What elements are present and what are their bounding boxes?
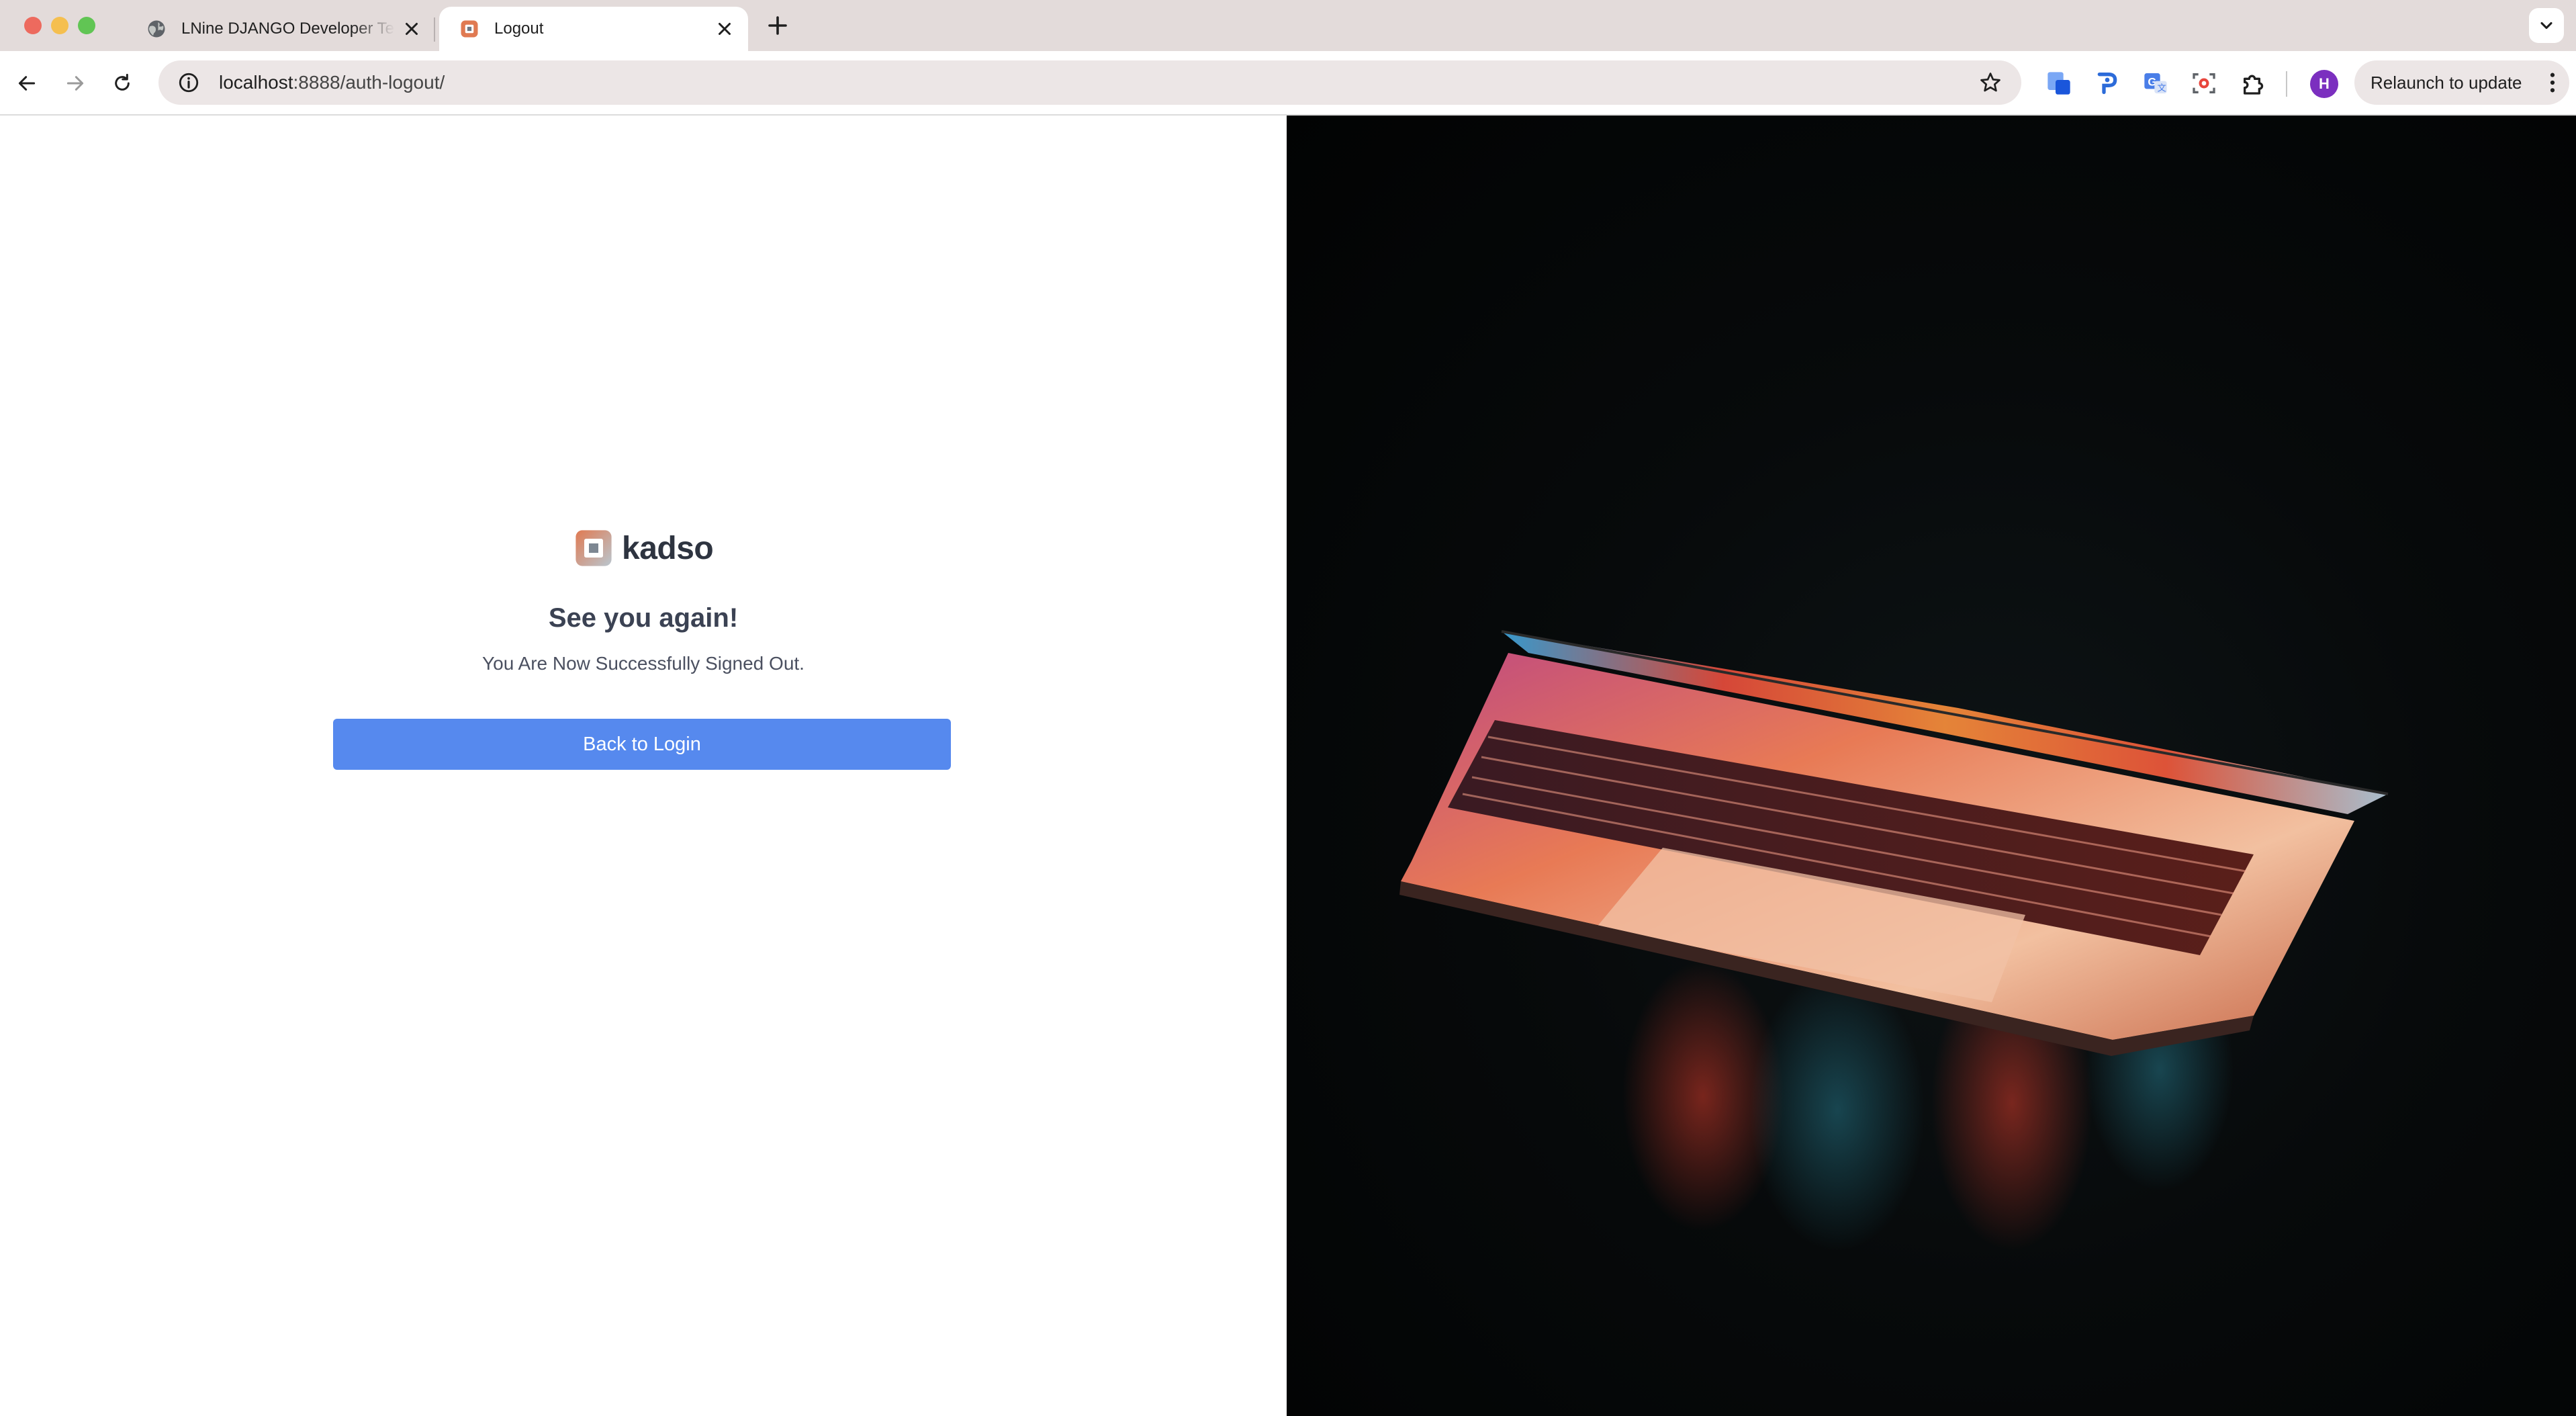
tab-search-button[interactable] (2529, 8, 2564, 43)
relaunch-label: Relaunch to update (2371, 72, 2522, 93)
kadso-favicon-icon (461, 20, 478, 38)
chevron-down-icon (2540, 21, 2552, 30)
laptop-illustration (1399, 630, 2389, 1251)
reload-icon (115, 73, 130, 91)
window-zoom-button[interactable] (78, 17, 95, 34)
globe-icon (148, 20, 165, 38)
url-host: localhost (219, 72, 293, 93)
tab-lnine-django[interactable]: LNine DJANGO Developer Team (126, 7, 435, 51)
profile-avatar[interactable]: H (2310, 70, 2338, 98)
brand-name: kadso (622, 530, 714, 566)
back-button[interactable] (12, 69, 42, 98)
url-path: :8888/auth-logout/ (293, 72, 445, 93)
toolbar-separator (2286, 71, 2287, 97)
translate-extension-icon[interactable]: G 文 (2142, 70, 2169, 97)
relaunch-to-update-button[interactable]: Relaunch to update (2354, 60, 2569, 105)
signout-message: You Are Now Successfully Signed Out. (482, 653, 804, 674)
browser-toolbar: localhost:8888/auth-logout/ G 文 H Relaun… (0, 51, 2576, 116)
hero-image (1287, 116, 2576, 1416)
tab-title: LNine DJANGO Developer Team (181, 19, 395, 38)
address-bar[interactable]: localhost:8888/auth-logout/ (158, 60, 2021, 105)
tab-logout[interactable]: Logout (439, 7, 748, 51)
url-text: localhost:8888/auth-logout/ (219, 72, 1978, 93)
bookmark-star-icon[interactable] (1978, 71, 2003, 95)
tab-title: Logout (494, 19, 544, 38)
site-info-icon[interactable] (177, 71, 200, 94)
kadso-logo-icon (576, 530, 612, 566)
tab-close-icon[interactable] (402, 19, 422, 39)
docs-extension-icon[interactable] (2045, 70, 2072, 97)
window-close-button[interactable] (24, 17, 42, 34)
puzzle-extensions-icon[interactable] (2240, 70, 2267, 97)
more-menu-icon (2550, 73, 2555, 93)
arrow-left-icon (18, 76, 36, 91)
screenshot-extension-icon[interactable] (2191, 70, 2217, 97)
pen-extension-icon[interactable] (2094, 70, 2121, 97)
back-to-login-button[interactable]: Back to Login (333, 719, 951, 770)
reload-button[interactable] (107, 69, 137, 98)
new-tab-plus-icon[interactable] (766, 13, 790, 38)
browser-tabstrip: LNine DJANGO Developer Team Logout (0, 0, 2576, 51)
forward-button[interactable] (60, 69, 90, 98)
tab-separator (434, 17, 435, 42)
tab-close-icon[interactable] (715, 19, 735, 39)
arrow-right-icon (66, 76, 84, 91)
brand-logo-lockup: kadso (575, 529, 714, 567)
page-heading: See you again! (548, 603, 739, 633)
window-minimize-button[interactable] (51, 17, 68, 34)
svg-text:文: 文 (2158, 83, 2166, 93)
